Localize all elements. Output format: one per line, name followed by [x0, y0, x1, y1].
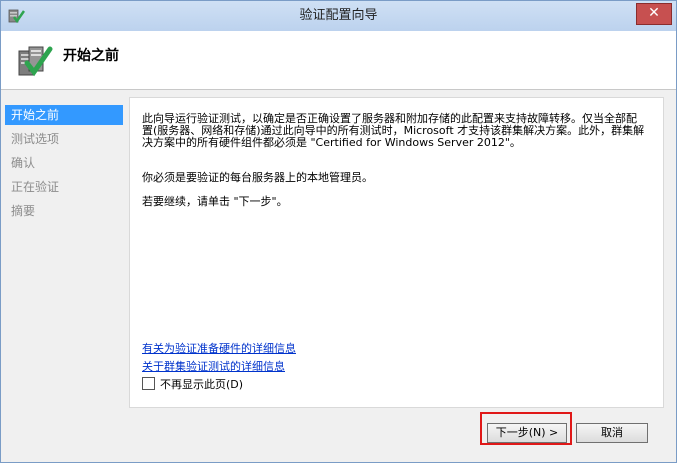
nav-item-before-you-begin[interactable]: 开始之前	[5, 105, 123, 125]
cancel-button[interactable]: 取消	[576, 423, 648, 443]
wizard-header: 开始之前	[1, 31, 676, 90]
close-icon: ✕	[648, 5, 660, 21]
cluster-tests-link[interactable]: 关于群集验证测试的详细信息	[142, 358, 285, 374]
window-title: 验证配置向导	[299, 8, 378, 23]
nav-item-confirmation[interactable]: 确认	[5, 153, 123, 173]
title-bar[interactable]: 验证配置向导 ✕	[1, 1, 676, 31]
nav-item-testing-options[interactable]: 测试选项	[5, 129, 123, 149]
intro-paragraph: 此向导运行验证测试，以确定是否正确设置了服务器和附加存储的此配置来支持故障转移。…	[142, 112, 645, 149]
admin-requirement-text: 你必须是要验证的每台服务器上的本地管理员。	[142, 171, 373, 184]
nav-item-validating[interactable]: 正在验证	[5, 177, 123, 197]
next-button-highlight-box	[480, 412, 572, 445]
continue-instruction-text: 若要继续，请单击 "下一步"。	[142, 195, 288, 208]
wizard-steps-nav: 开始之前 测试选项 确认 正在验证 摘要	[1, 90, 125, 462]
wizard-footer	[1, 408, 676, 462]
nav-item-summary[interactable]: 摘要	[5, 201, 123, 221]
dont-show-again-label: 不再显示此页(D)	[160, 378, 244, 391]
close-button[interactable]: ✕	[636, 3, 672, 25]
content-panel: 此向导运行验证测试，以确定是否正确设置了服务器和附加存储的此配置来支持故障转移。…	[129, 97, 664, 408]
dont-show-again-checkbox[interactable]	[142, 377, 155, 390]
page-title: 开始之前	[63, 48, 119, 64]
hardware-prep-link[interactable]: 有关为验证准备硬件的详细信息	[142, 340, 296, 356]
validate-check-icon	[18, 46, 53, 77]
wizard-window: 验证配置向导 ✕ 开始之前 开始之前 测试选项 确认 正在验证 摘要 此向导运行…	[0, 0, 677, 463]
